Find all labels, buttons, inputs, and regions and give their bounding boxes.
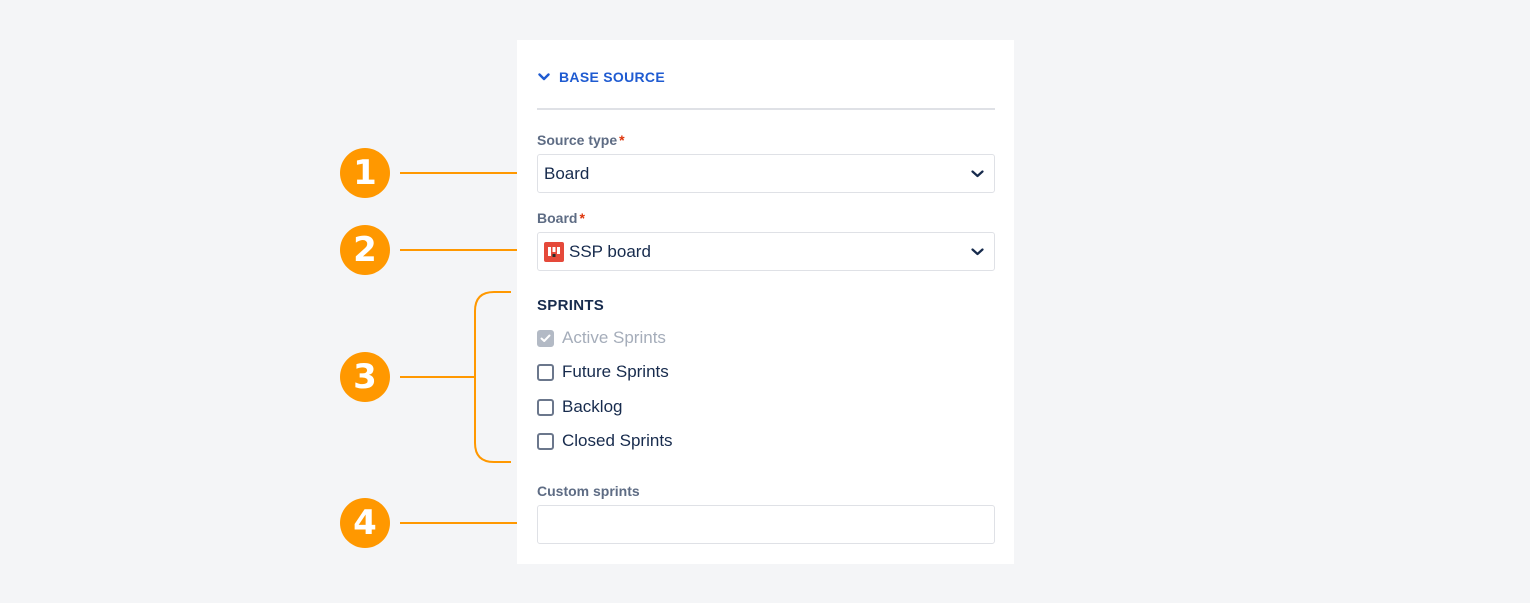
source-type-value: Board xyxy=(544,163,590,183)
closed-sprints-checkbox[interactable]: Closed Sprints xyxy=(537,430,673,452)
board-label: Board * xyxy=(537,210,585,226)
backlog-checkbox[interactable]: Backlog xyxy=(537,396,622,418)
callout-marker-1: 1 xyxy=(340,148,390,198)
board-select[interactable]: SSP board xyxy=(537,232,995,271)
custom-sprints-label: Custom sprints xyxy=(537,483,640,499)
chevron-down-icon xyxy=(968,243,986,261)
board-value: SSP board xyxy=(569,241,651,261)
chevron-down-icon xyxy=(537,70,551,84)
board-icon xyxy=(544,241,564,262)
checkbox-unchecked-icon xyxy=(537,398,554,416)
checkbox-unchecked-icon xyxy=(537,432,554,450)
checkbox-label: Active Sprints xyxy=(562,328,666,347)
chevron-down-icon xyxy=(968,165,986,183)
sprints-heading: SPRINTS xyxy=(537,297,605,314)
future-sprints-checkbox[interactable]: Future Sprints xyxy=(537,361,669,383)
source-type-label: Source type * xyxy=(537,132,625,148)
checkbox-label: Backlog xyxy=(562,397,623,416)
section-title: BASE SOURCE xyxy=(559,69,665,85)
checkbox-unchecked-icon xyxy=(537,363,554,381)
checkbox-label: Future Sprints xyxy=(562,362,669,381)
checkbox-label: Closed Sprints xyxy=(562,431,673,450)
active-sprints-checkbox[interactable]: Active Sprints xyxy=(537,327,666,349)
base-source-panel: BASE SOURCE Source type * Board Board * SS… xyxy=(517,40,1014,564)
section-divider xyxy=(537,108,995,110)
required-mark: * xyxy=(579,210,585,226)
callout-marker-4: 4 xyxy=(340,498,390,548)
base-source-toggle[interactable]: BASE SOURCE xyxy=(537,66,665,88)
required-mark: * xyxy=(619,132,625,148)
source-type-select[interactable]: Board xyxy=(537,154,995,193)
custom-sprints-input[interactable] xyxy=(537,505,995,544)
checkbox-checked-icon xyxy=(537,329,554,347)
callout-marker-2: 2 xyxy=(340,225,390,275)
callout-marker-3: 3 xyxy=(340,352,390,402)
